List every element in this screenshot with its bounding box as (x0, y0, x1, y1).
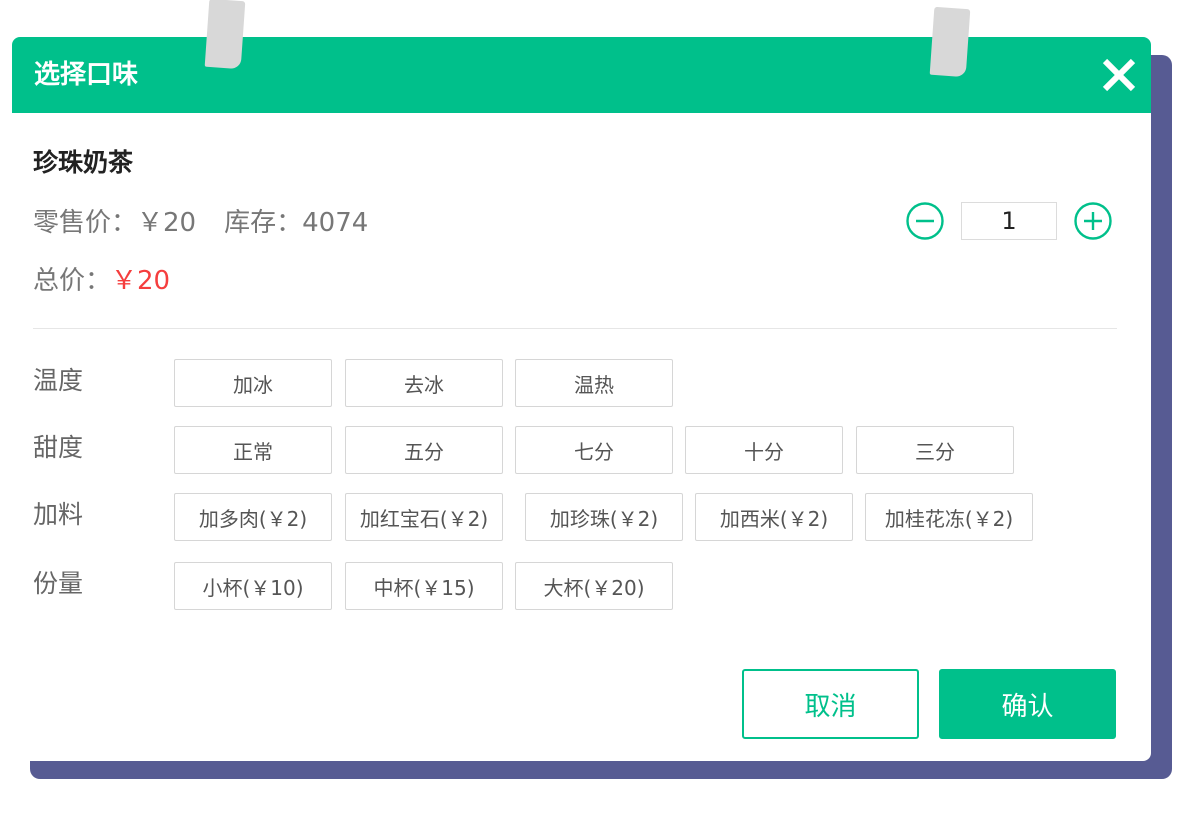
flavor-dialog: 选择口味 珍珠奶茶 零售价：￥20 库存：4074 总价：￥20 1 温度 加冰… (12, 37, 1151, 761)
cancel-button[interactable]: 取消 (742, 669, 919, 739)
option-topping-osmanthus[interactable]: 加桂花冻(￥2) (865, 493, 1033, 541)
option-row-toppings: 加料 加多肉(￥2) 加红宝石(￥2) 加珍珠(￥2) 加西米(￥2) 加桂花冻… (12, 493, 1151, 543)
option-size-small[interactable]: 小杯(￥10) (174, 562, 332, 610)
retail-price-label: 零售价： (33, 208, 138, 238)
option-topping-pearl[interactable]: 加珍珠(￥2) (525, 493, 683, 541)
option-sweetness-full[interactable]: 十分 (685, 426, 843, 474)
option-sweetness-normal[interactable]: 正常 (174, 426, 332, 474)
quantity-stepper (904, 200, 1114, 242)
increase-button[interactable] (1072, 200, 1114, 242)
option-size-medium[interactable]: 中杯(￥15) (345, 562, 503, 610)
dialog-header: 选择口味 (12, 37, 1151, 113)
option-temperature-ice[interactable]: 加冰 (174, 359, 332, 407)
option-temperature-warm[interactable]: 温热 (515, 359, 673, 407)
option-label-toppings: 加料 (33, 500, 84, 529)
option-row-size: 份量 小杯(￥10) 中杯(￥15) 大杯(￥20) (12, 562, 1151, 612)
total-price-label: 总价： (33, 266, 112, 296)
product-name: 珍珠奶茶 (33, 148, 134, 177)
stock-value: 4074 (302, 208, 369, 238)
decrease-button[interactable] (904, 200, 946, 242)
product-meta: 零售价：￥20 库存：4074 (33, 205, 368, 241)
tape-decoration-right (929, 6, 971, 78)
minus-circle-icon (906, 202, 944, 240)
option-label-size: 份量 (33, 569, 84, 598)
dialog-title: 选择口味 (34, 60, 139, 90)
retail-price-value: ￥20 (137, 208, 197, 238)
option-label-sweetness: 甜度 (33, 433, 84, 462)
tape-decoration-left (204, 0, 246, 70)
close-icon (1102, 58, 1136, 92)
confirm-button[interactable]: 确认 (939, 669, 1116, 739)
quantity-input[interactable] (961, 202, 1057, 240)
close-button[interactable] (1097, 53, 1141, 97)
option-row-temperature: 温度 加冰 去冰 温热 (12, 359, 1151, 409)
option-topping-sago[interactable]: 加西米(￥2) (695, 493, 853, 541)
option-row-sweetness: 甜度 正常 五分 七分 十分 三分 (12, 426, 1151, 476)
option-size-large[interactable]: 大杯(￥20) (515, 562, 673, 610)
option-topping-ruby[interactable]: 加红宝石(￥2) (345, 493, 503, 541)
option-temperature-no-ice[interactable]: 去冰 (345, 359, 503, 407)
total-price-value: ￥20 (111, 266, 171, 296)
total-price-row: 总价：￥20 (33, 263, 170, 299)
option-topping-duorou[interactable]: 加多肉(￥2) (174, 493, 332, 541)
option-sweetness-seventy[interactable]: 七分 (515, 426, 673, 474)
divider (33, 328, 1117, 329)
plus-circle-icon (1074, 202, 1112, 240)
stock-label: 库存： (224, 208, 303, 238)
option-label-temperature: 温度 (33, 366, 84, 395)
option-sweetness-thirty[interactable]: 三分 (856, 426, 1014, 474)
option-sweetness-half[interactable]: 五分 (345, 426, 503, 474)
